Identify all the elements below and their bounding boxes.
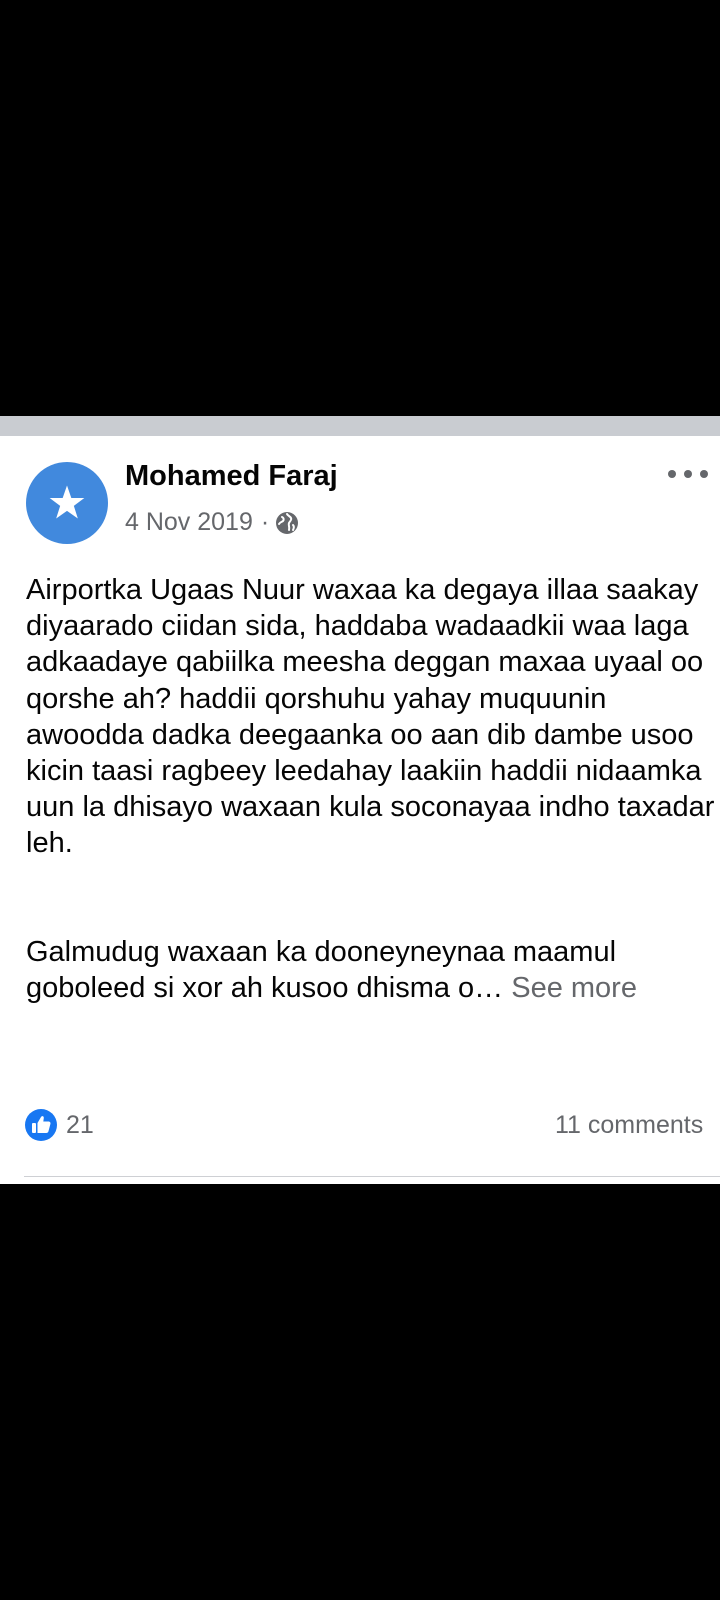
see-more-link[interactable]: See more xyxy=(511,972,637,1004)
post-card: Mohamed Faraj 4 Nov 2019 · Airportka Uga… xyxy=(0,416,720,1184)
post-body: Airportka Ugaas Nuur waxaa ka degaya ill… xyxy=(26,572,720,1006)
black-bottom-area xyxy=(0,1184,720,1600)
post-meta: 4 Nov 2019 · xyxy=(125,508,299,537)
avatar[interactable] xyxy=(26,462,108,544)
post-paragraph-truncated: Galmudug waxaan ka dooneyneynaa maamul g… xyxy=(26,934,720,1006)
more-dot xyxy=(668,470,676,478)
comments-count[interactable]: 11 comments xyxy=(555,1111,703,1140)
more-dot xyxy=(700,470,708,478)
post-date[interactable]: 4 Nov 2019 xyxy=(125,508,253,537)
post-paragraph: Airportka Ugaas Nuur waxaa ka degaya ill… xyxy=(26,574,715,860)
divider xyxy=(24,1176,720,1177)
like-count: 21 xyxy=(66,1110,94,1139)
globe-icon[interactable] xyxy=(275,511,299,535)
feed-separator xyxy=(0,416,720,436)
more-dot xyxy=(684,470,692,478)
black-top-area xyxy=(0,0,720,416)
meta-separator: · xyxy=(260,508,270,536)
more-options-icon[interactable] xyxy=(668,464,708,484)
reactions-summary[interactable]: 21 xyxy=(24,1108,94,1142)
author-name[interactable]: Mohamed Faraj xyxy=(125,460,338,493)
like-icon xyxy=(24,1108,58,1142)
star-icon xyxy=(49,485,85,519)
